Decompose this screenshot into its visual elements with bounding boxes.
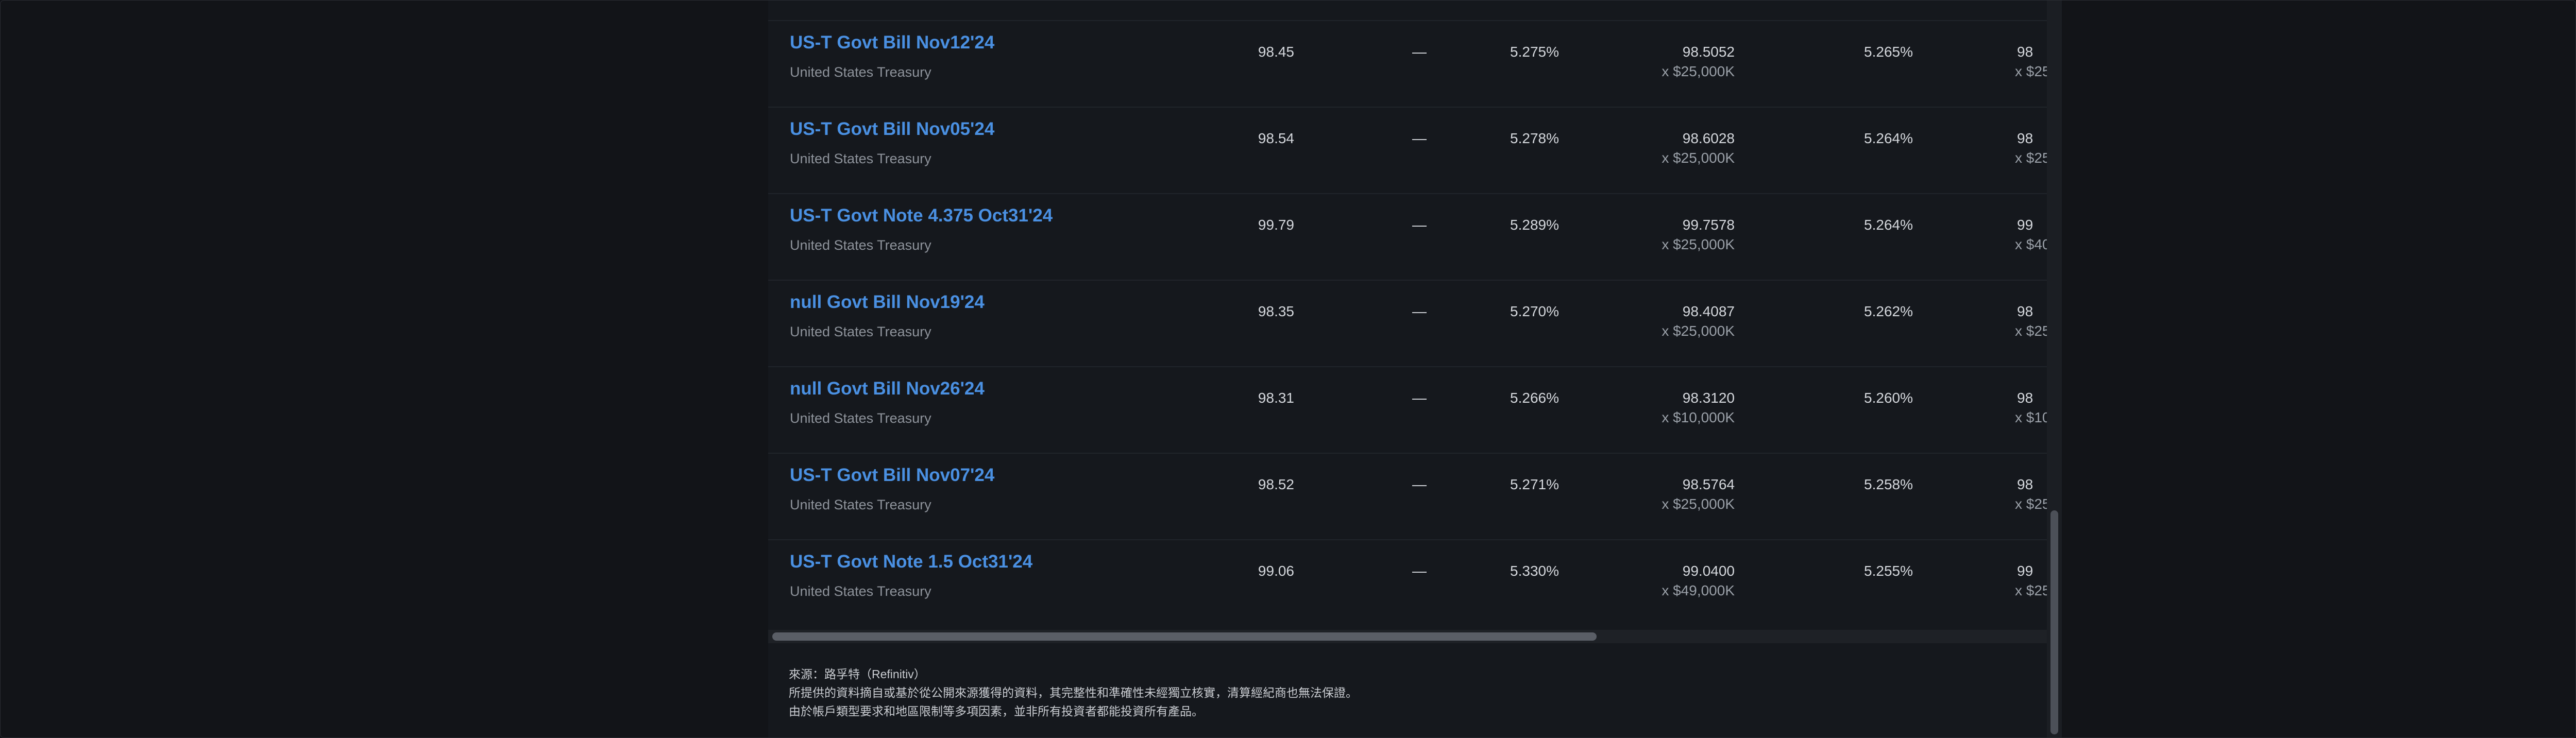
bid-price: 98.4087 xyxy=(1682,303,1735,319)
bid-yield: 5.262% xyxy=(1864,303,1913,319)
bid-yield: 5.258% xyxy=(1864,476,1913,492)
ask-size-partial: x $40 xyxy=(2015,236,2047,252)
yield-value: 5.266% xyxy=(1510,390,1559,406)
yield-value: 5.289% xyxy=(1510,217,1559,233)
last-price: 99.79 xyxy=(1258,217,1294,233)
last-price: 98.54 xyxy=(1258,130,1294,146)
table-row[interactable]: null Govt Bill Nov26'24 United States Tr… xyxy=(768,367,2047,454)
table-row[interactable]: null Govt Bill Nov19'24 United States Tr… xyxy=(768,281,2047,367)
bid-size: x $25,000K xyxy=(1662,63,1735,79)
issuer-label: United States Treasury xyxy=(790,497,931,512)
bid-price: 98.5052 xyxy=(1682,44,1735,60)
ask-price-partial: 98 xyxy=(2017,130,2033,146)
bid-price: 98.5764 xyxy=(1682,476,1735,492)
bid-size: x $10,000K xyxy=(1662,409,1735,425)
table-row[interactable]: US-T Govt Note 1.5 Oct31'24 United State… xyxy=(768,540,2047,627)
bond-name-link[interactable]: null Govt Bill Nov26'24 xyxy=(790,379,985,399)
footer-disclaimer: 來源：路孚特（Refinitiv） 所提供的資料摘自或基於從公開來源獲得的資料，… xyxy=(789,665,2036,720)
vertical-scrollbar[interactable] xyxy=(2047,1,2062,737)
ask-price-partial: 98 xyxy=(2017,303,2033,319)
table-row[interactable]: US-T Govt Bill Nov05'24 United States Tr… xyxy=(768,108,2047,194)
table-row[interactable]: US-T Govt Bill Nov12'24 United States Tr… xyxy=(768,21,2047,108)
yield-value: 5.271% xyxy=(1510,476,1559,492)
issuer-label: United States Treasury xyxy=(790,324,931,339)
bid-yield: 5.255% xyxy=(1864,563,1913,579)
change-value: — xyxy=(1412,303,1427,319)
last-price: 98.31 xyxy=(1258,390,1294,406)
table-row-partial xyxy=(768,1,2047,21)
change-value: — xyxy=(1412,390,1427,406)
bid-size: x $25,000K xyxy=(1662,236,1735,252)
bid-yield: 5.260% xyxy=(1864,390,1913,406)
bid-price: 98.6028 xyxy=(1682,130,1735,146)
change-value: — xyxy=(1412,476,1427,492)
last-price: 99.06 xyxy=(1258,563,1294,579)
vertical-scrollbar-thumb[interactable] xyxy=(2050,510,2058,734)
change-value: — xyxy=(1412,563,1427,579)
ask-price-partial: 98 xyxy=(2017,44,2033,60)
bond-table: US-T Govt Bill Nov12'24 United States Tr… xyxy=(768,1,2047,630)
ask-size-partial: x $25 xyxy=(2015,63,2047,79)
issuer-label: United States Treasury xyxy=(790,583,931,599)
bid-size: x $25,000K xyxy=(1662,496,1735,512)
bond-name-link[interactable]: US-T Govt Note 1.5 Oct31'24 xyxy=(790,552,1032,572)
ask-price-partial: 99 xyxy=(2017,217,2033,233)
bid-size: x $25,000K xyxy=(1662,150,1735,166)
bid-price: 99.0400 xyxy=(1682,563,1735,579)
issuer-label: United States Treasury xyxy=(790,410,931,426)
yield-value: 5.330% xyxy=(1510,563,1559,579)
bid-price: 98.3120 xyxy=(1682,390,1735,406)
bid-size: x $25,000K xyxy=(1662,323,1735,339)
issuer-label: United States Treasury xyxy=(790,151,931,166)
disclaimer-line: 由於帳戶類型要求和地區限制等多項因素，並非所有投資者都能投資所有產品。 xyxy=(789,705,1204,718)
disclaimer-line: 所提供的資料摘自或基於從公開來源獲得的資料，其完整性和準確性未經獨立核實，清算經… xyxy=(789,686,1358,699)
table-row[interactable]: US-T Govt Note 4.375 Oct31'24 United Sta… xyxy=(768,194,2047,281)
ask-price-partial: 98 xyxy=(2017,476,2033,492)
bid-yield: 5.265% xyxy=(1864,44,1913,60)
ask-price-partial: 99 xyxy=(2017,563,2033,579)
change-value: — xyxy=(1412,217,1427,233)
ask-size-partial: x $25 xyxy=(2015,323,2047,339)
change-value: — xyxy=(1412,44,1427,60)
app-window: US-T Govt Bill Nov12'24 United States Tr… xyxy=(0,0,2576,738)
ask-size-partial: x $25 xyxy=(2015,150,2047,166)
table-row[interactable]: US-T Govt Bill Nov07'24 United States Tr… xyxy=(768,454,2047,540)
bond-list-panel: US-T Govt Bill Nov12'24 United States Tr… xyxy=(768,1,2062,737)
ask-size-partial: x $25 xyxy=(2015,582,2047,598)
horizontal-scrollbar-thumb[interactable] xyxy=(772,632,1597,641)
source-label: 來源：路孚特（Refinitiv） xyxy=(789,667,926,681)
last-price: 98.45 xyxy=(1258,44,1294,60)
last-price: 98.52 xyxy=(1258,476,1294,492)
issuer-label: United States Treasury xyxy=(790,64,931,80)
horizontal-scrollbar[interactable] xyxy=(768,630,2047,643)
last-price: 98.35 xyxy=(1258,303,1294,319)
ask-size-partial: x $10 xyxy=(2015,409,2047,425)
bid-price: 99.7578 xyxy=(1682,217,1735,233)
bid-yield: 5.264% xyxy=(1864,217,1913,233)
ask-price-partial: 98 xyxy=(2017,390,2033,406)
ask-size-partial: x $25 xyxy=(2015,496,2047,512)
yield-value: 5.270% xyxy=(1510,303,1559,319)
bond-name-link[interactable]: US-T Govt Note 4.375 Oct31'24 xyxy=(790,205,1053,226)
bond-name-link[interactable]: US-T Govt Bill Nov12'24 xyxy=(790,32,994,53)
bid-yield: 5.264% xyxy=(1864,130,1913,146)
bond-name-link[interactable]: US-T Govt Bill Nov07'24 xyxy=(790,465,994,486)
change-value: — xyxy=(1412,130,1427,146)
issuer-label: United States Treasury xyxy=(790,237,931,253)
yield-value: 5.275% xyxy=(1510,44,1559,60)
bond-name-link[interactable]: null Govt Bill Nov19'24 xyxy=(790,292,985,313)
yield-value: 5.278% xyxy=(1510,130,1559,146)
bond-name-link[interactable]: US-T Govt Bill Nov05'24 xyxy=(790,119,994,140)
bid-size: x $49,000K xyxy=(1662,582,1735,598)
